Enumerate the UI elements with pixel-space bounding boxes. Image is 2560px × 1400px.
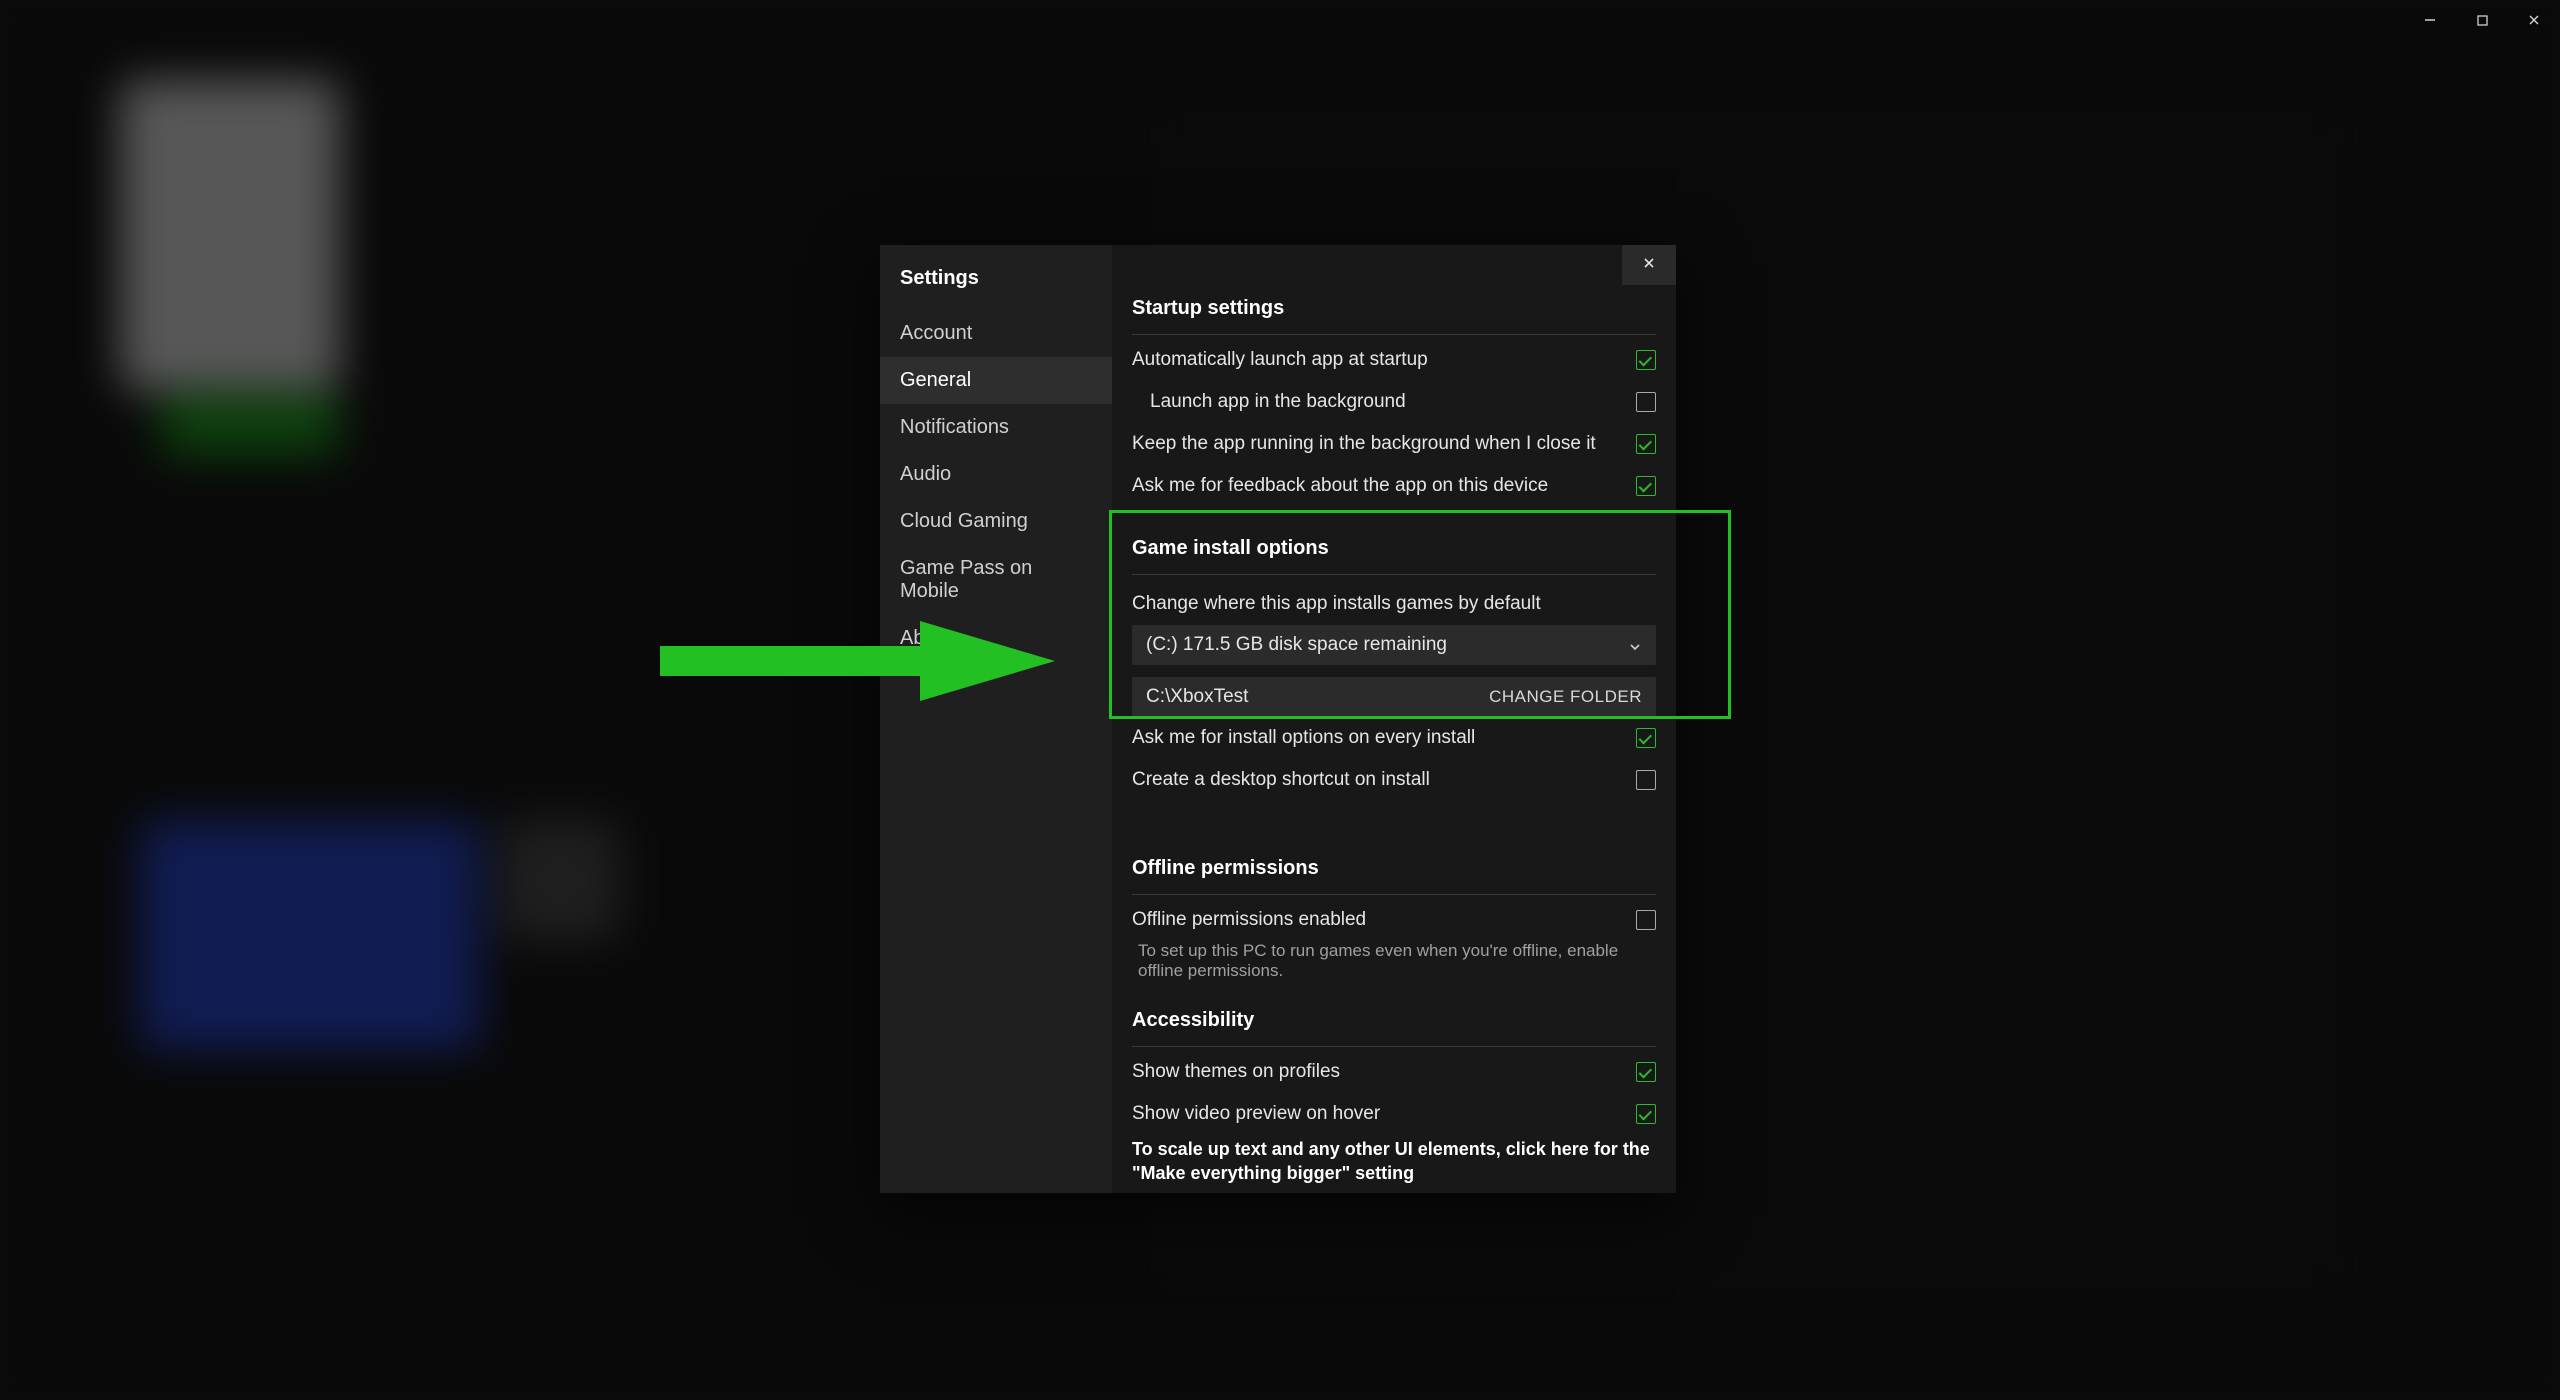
row-video-preview: Show video preview on hover [1132, 1093, 1656, 1135]
checkbox-video-preview[interactable] [1636, 1104, 1656, 1124]
window-maximize-button[interactable] [2456, 0, 2508, 40]
section-accessibility: Accessibility Show themes on profiles Sh… [1132, 1009, 1656, 1186]
checkbox-ask-every-install[interactable] [1636, 728, 1656, 748]
checkbox-launch-background[interactable] [1636, 392, 1656, 412]
row-desktop-shortcut: Create a desktop shortcut on install [1132, 759, 1656, 801]
dialog-close-button[interactable] [1622, 245, 1676, 285]
sidebar-item-account[interactable]: Account [880, 310, 1112, 357]
row-keep-running: Keep the app running in the background w… [1132, 423, 1656, 465]
sidebar-item-about[interactable]: About [880, 615, 1112, 662]
chevron-down-icon [1628, 638, 1642, 652]
window-minimize-button[interactable] [2404, 0, 2456, 40]
checkbox-ask-feedback[interactable] [1636, 476, 1656, 496]
link-scale-setting[interactable]: To scale up text and any other UI elemen… [1132, 1135, 1656, 1186]
section-startup: Startup settings Automatically launch ap… [1132, 297, 1656, 507]
change-folder-button[interactable]: CHANGE FOLDER [1489, 687, 1642, 707]
label-ask-every-install: Ask me for install options on every inst… [1132, 727, 1475, 749]
label-offline-enabled: Offline permissions enabled [1132, 909, 1366, 931]
settings-title: Settings [880, 255, 1112, 310]
row-ask-every-install: Ask me for install options on every inst… [1132, 717, 1656, 759]
section-title-install: Game install options [1132, 537, 1656, 575]
install-folder-box: C:\XboxTest CHANGE FOLDER [1132, 677, 1656, 717]
sidebar-item-general[interactable]: General [880, 357, 1112, 404]
section-title-offline: Offline permissions [1132, 857, 1656, 895]
label-ask-feedback: Ask me for feedback about the app on thi… [1132, 475, 1548, 497]
install-drive-value: (C:) 171.5 GB disk space remaining [1146, 634, 1447, 656]
checkbox-keep-running[interactable] [1636, 434, 1656, 454]
label-launch-background: Launch app in the background [1150, 391, 1406, 413]
install-drive-select[interactable]: (C:) 171.5 GB disk space remaining [1132, 625, 1656, 665]
section-install: Game install options Change where this a… [1132, 537, 1656, 801]
close-icon [1641, 254, 1657, 277]
settings-dialog: Settings Account General Notifications A… [880, 245, 1676, 1193]
row-show-themes: Show themes on profiles [1132, 1051, 1656, 1093]
label-desktop-shortcut: Create a desktop shortcut on install [1132, 769, 1430, 791]
label-auto-launch: Automatically launch app at startup [1132, 349, 1428, 371]
settings-sidebar: Settings Account General Notifications A… [880, 245, 1112, 1193]
row-ask-feedback: Ask me for feedback about the app on thi… [1132, 465, 1656, 507]
hint-offline: To set up this PC to run games even when… [1132, 941, 1656, 987]
row-auto-launch: Automatically launch app at startup [1132, 339, 1656, 381]
row-launch-background: Launch app in the background [1132, 381, 1656, 423]
checkbox-show-themes[interactable] [1636, 1062, 1656, 1082]
section-offline: Offline permissions Offline permissions … [1132, 857, 1656, 987]
label-change-where: Change where this app installs games by … [1132, 579, 1656, 625]
checkbox-offline-enabled[interactable] [1636, 910, 1656, 930]
label-keep-running: Keep the app running in the background w… [1132, 433, 1596, 455]
label-show-themes: Show themes on profiles [1132, 1061, 1340, 1083]
window-chrome [2404, 0, 2560, 40]
label-video-preview: Show video preview on hover [1132, 1103, 1380, 1125]
section-title-accessibility: Accessibility [1132, 1009, 1656, 1047]
checkbox-desktop-shortcut[interactable] [1636, 770, 1656, 790]
checkbox-auto-launch[interactable] [1636, 350, 1656, 370]
section-title-startup: Startup settings [1132, 297, 1656, 335]
settings-pane-general: Startup settings Automatically launch ap… [1112, 245, 1676, 1193]
sidebar-item-game-pass-mobile[interactable]: Game Pass on Mobile [880, 545, 1112, 615]
row-offline-enabled: Offline permissions enabled [1132, 899, 1656, 941]
sidebar-item-cloud-gaming[interactable]: Cloud Gaming [880, 498, 1112, 545]
sidebar-item-notifications[interactable]: Notifications [880, 404, 1112, 451]
sidebar-item-audio[interactable]: Audio [880, 451, 1112, 498]
window-close-button[interactable] [2508, 0, 2560, 40]
install-folder-path: C:\XboxTest [1146, 686, 1248, 708]
